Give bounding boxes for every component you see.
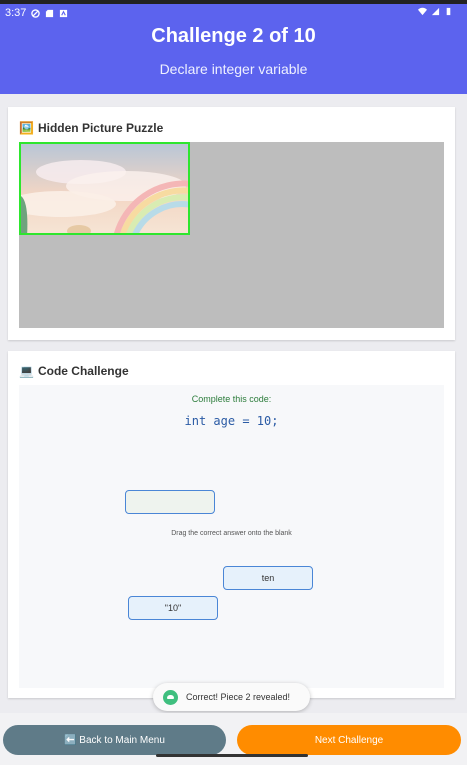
puzzle-title-label: Hidden Picture Puzzle bbox=[37, 121, 164, 135]
back-to-menu-button[interactable]: ⬅️ Back to Main Menu bbox=[3, 725, 226, 755]
app-header: Challenge 2 of 10 Declare integer variab… bbox=[0, 25, 467, 94]
code-title-label: Code Challenge bbox=[37, 364, 129, 378]
laptop-icon: 💻 bbox=[19, 364, 34, 378]
status-left: 3:37 bbox=[5, 7, 68, 19]
status-time: 3:37 bbox=[5, 7, 27, 19]
status-bar: 3:37 bbox=[0, 0, 467, 25]
code-title: 💻 Code Challenge bbox=[19, 364, 129, 378]
next-challenge-button[interactable]: Next Challenge bbox=[237, 725, 461, 755]
status-strip bbox=[0, 0, 467, 4]
android-icon bbox=[163, 689, 178, 705]
code-prompt: Complete this code: bbox=[191, 394, 272, 404]
challenge-subtitle: Declare integer variable bbox=[159, 61, 308, 77]
rainbow-landscape-image bbox=[21, 144, 188, 233]
status-right bbox=[418, 7, 453, 16]
puzzle-title: 🖼️ Hidden Picture Puzzle bbox=[19, 121, 163, 135]
bottom-bar: ⬅️ Back to Main Menu Next Challenge bbox=[0, 713, 467, 765]
answer-option-string-10[interactable]: "10" bbox=[128, 596, 218, 620]
battery-icon bbox=[446, 7, 451, 16]
toast-message: Correct! Piece 2 revealed! bbox=[153, 683, 310, 711]
code-area: Complete this code: int age = 10; Drag t… bbox=[19, 385, 444, 688]
puzzle-card: 🖼️ Hidden Picture Puzzle bbox=[8, 107, 455, 340]
revealed-piece bbox=[19, 142, 190, 235]
signal-icon bbox=[431, 7, 440, 16]
code-card: 💻 Code Challenge Complete this code: int… bbox=[8, 351, 455, 698]
challenge-title: Challenge 2 of 10 bbox=[151, 25, 316, 47]
answer-drop-blank[interactable] bbox=[125, 490, 215, 514]
home-indicator[interactable] bbox=[156, 754, 308, 757]
app-notification-icon bbox=[60, 9, 68, 17]
code-snippet: int age = 10; bbox=[184, 414, 279, 428]
puzzle-area bbox=[19, 142, 444, 328]
picture-icon: 🖼️ bbox=[19, 121, 34, 135]
drag-instruction: Drag the correct answer onto the blank bbox=[171, 530, 292, 537]
dnd-icon bbox=[31, 8, 41, 18]
sd-card-icon bbox=[46, 9, 54, 17]
wifi-icon bbox=[418, 7, 427, 16]
answer-option-ten[interactable]: ten bbox=[223, 566, 313, 590]
toast-text: Correct! Piece 2 revealed! bbox=[186, 692, 291, 702]
